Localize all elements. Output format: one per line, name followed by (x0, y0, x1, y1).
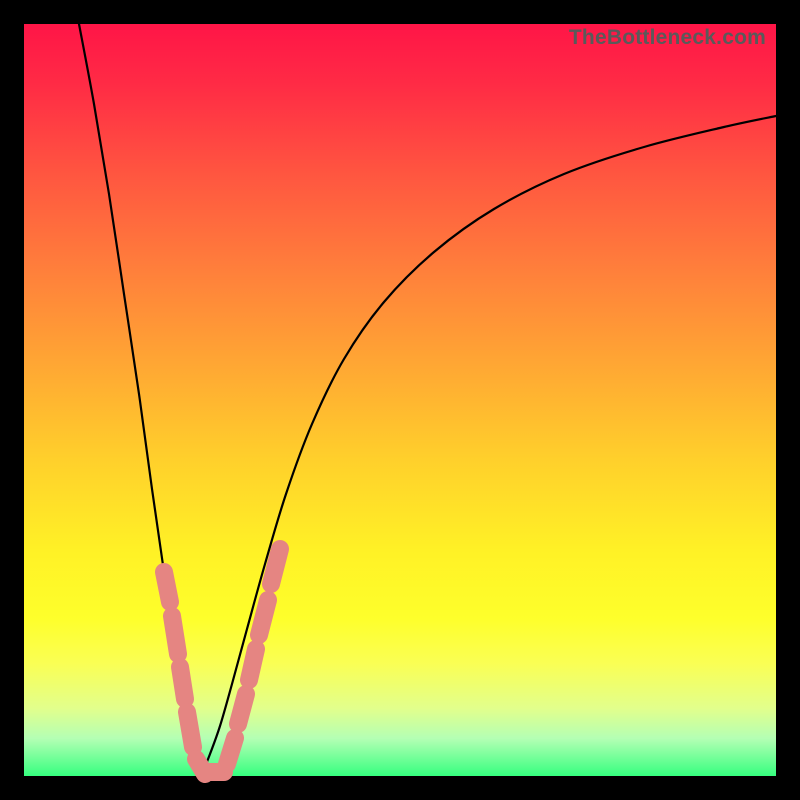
bead (164, 572, 170, 602)
bead (259, 600, 268, 635)
bead (172, 616, 178, 654)
bead (249, 649, 256, 680)
curve-right-branch (202, 116, 776, 774)
bead (187, 712, 193, 747)
bead (238, 694, 246, 724)
bead (180, 667, 185, 699)
chart-frame: TheBottleneck.com (0, 0, 800, 800)
bead (271, 549, 280, 584)
bead (227, 738, 235, 764)
curve-layer (24, 24, 776, 776)
plot-area: TheBottleneck.com (24, 24, 776, 776)
beads-group (164, 549, 280, 774)
